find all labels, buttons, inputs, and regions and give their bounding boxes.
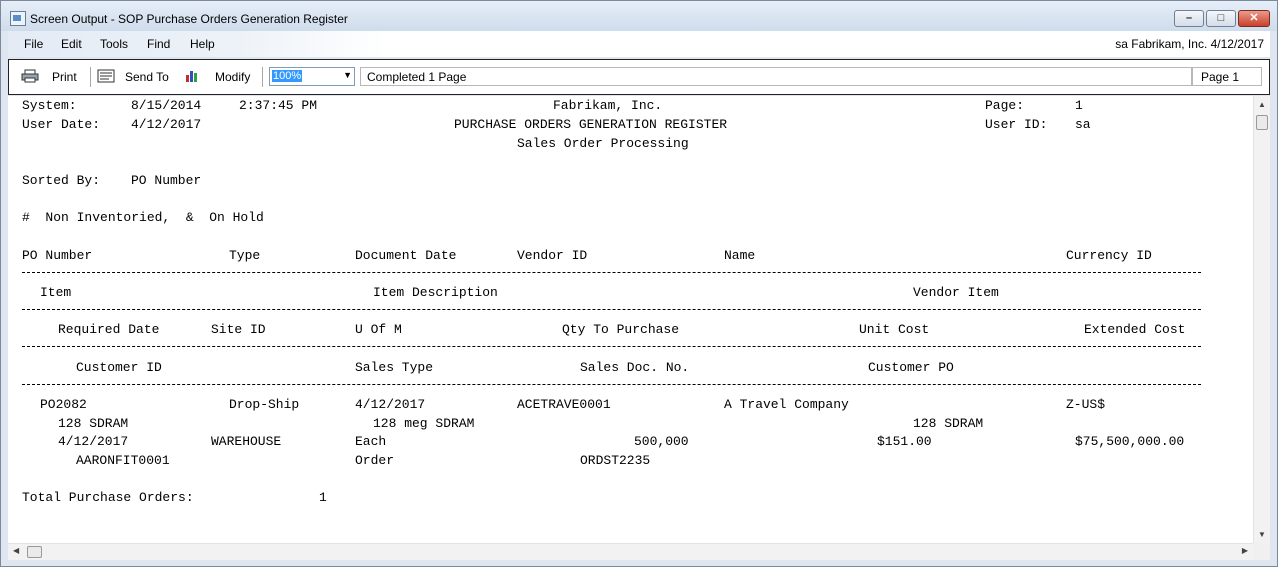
- col-qty-to-purchase: Qty To Purchase: [562, 322, 680, 337]
- col-customer-po: Customer PO: [868, 360, 954, 375]
- close-icon: ✕: [1249, 12, 1259, 24]
- user-date-label: User Date:: [22, 117, 101, 132]
- document-date: 4/12/2017: [355, 397, 426, 412]
- printer-icon[interactable]: [21, 69, 39, 83]
- item-description: 128 meg SDRAM: [373, 416, 475, 431]
- horizontal-scrollbar[interactable]: ◀ ▶: [8, 543, 1253, 560]
- chevron-down-icon[interactable]: ▼: [343, 70, 352, 80]
- vendor-name: A Travel Company: [724, 397, 849, 412]
- toolbar-separator: [90, 67, 91, 87]
- divider: [22, 346, 1201, 347]
- window-title: Screen Output - SOP Purchase Orders Gene…: [30, 12, 348, 26]
- report-subtitle: Sales Order Processing: [517, 136, 689, 151]
- menu-find[interactable]: Find: [147, 37, 170, 51]
- po-type: Drop-Ship: [229, 397, 300, 412]
- company-name: Fabrikam, Inc.: [553, 98, 663, 113]
- menu-edit[interactable]: Edit: [61, 37, 82, 51]
- report-content: System: 8/15/2014 2:37:45 PM Fabrikam, I…: [8, 96, 1253, 543]
- scroll-left-icon[interactable]: ◀: [13, 546, 19, 555]
- scroll-right-icon[interactable]: ▶: [1242, 546, 1248, 555]
- extended-cost: $75,500,000.00: [1075, 434, 1185, 449]
- menu-bar: File Edit Tools Find Help sa Fabrikam, I…: [8, 31, 1270, 57]
- divider: [22, 272, 1201, 273]
- site-id: WAREHOUSE: [211, 434, 282, 449]
- col-unit-cost: Unit Cost: [859, 322, 930, 337]
- col-sales-type: Sales Type: [355, 360, 434, 375]
- menu-file[interactable]: File: [24, 37, 43, 51]
- col-item-description: Item Description: [373, 285, 498, 300]
- app-icon: [10, 11, 26, 26]
- page-indicator: Page 1: [1192, 67, 1262, 86]
- customer-id: AARONFIT0001: [76, 453, 170, 468]
- page-number: 1: [1075, 98, 1083, 113]
- col-extended-cost: Extended Cost: [1084, 322, 1186, 337]
- col-document-date: Document Date: [355, 248, 457, 263]
- col-type: Type: [229, 248, 261, 263]
- maximize-icon: □: [1217, 12, 1225, 24]
- minimize-button[interactable]: –: [1174, 10, 1204, 27]
- vendor-id: ACETRAVE0001: [517, 397, 611, 412]
- toolbar-separator: [262, 67, 263, 87]
- maximize-button[interactable]: □: [1206, 10, 1236, 27]
- system-time: 2:37:45 PM: [239, 98, 318, 113]
- horizontal-scroll-thumb[interactable]: [27, 546, 42, 558]
- user-id: sa: [1075, 117, 1091, 132]
- scroll-corner: [1253, 543, 1270, 560]
- sorted-by-label: Sorted By:: [22, 173, 101, 188]
- user-date: 4/12/2017: [131, 117, 202, 132]
- col-sales-doc-no: Sales Doc. No.: [580, 360, 690, 375]
- unit-cost: $151.00: [877, 434, 932, 449]
- page-label: Page:: [985, 98, 1025, 113]
- po-number: PO2082: [40, 397, 87, 412]
- divider: [22, 309, 1201, 310]
- send-to-icon[interactable]: [97, 69, 115, 83]
- modify-icon[interactable]: [185, 69, 199, 83]
- col-po-number: PO Number: [22, 248, 93, 263]
- divider: [22, 384, 1201, 385]
- vendor-item: 128 SDRAM: [913, 416, 984, 431]
- vertical-scrollbar[interactable]: ▲ ▼: [1253, 96, 1270, 543]
- menu-tools[interactable]: Tools: [100, 37, 128, 51]
- col-currency-id: Currency ID: [1066, 248, 1152, 263]
- col-required-date: Required Date: [58, 322, 160, 337]
- user-company-date: sa Fabrikam, Inc. 4/12/2017: [1115, 37, 1264, 51]
- total-label: Total Purchase Orders:: [22, 490, 194, 505]
- col-item: Item: [40, 285, 72, 300]
- required-date: 4/12/2017: [58, 434, 129, 449]
- toolbar: Print Send To Modify 100% ▼ Completed 1 …: [8, 59, 1270, 95]
- col-uofm: U Of M: [355, 322, 402, 337]
- col-vendor-id: Vendor ID: [517, 248, 588, 263]
- sales-type: Order: [355, 453, 395, 468]
- system-date: 8/15/2014: [131, 98, 202, 113]
- screen-output-window: Screen Output - SOP Purchase Orders Gene…: [0, 0, 1278, 567]
- total-value: 1: [319, 490, 327, 505]
- title-bar: Screen Output - SOP Purchase Orders Gene…: [1, 1, 1277, 31]
- item-number: 128 SDRAM: [58, 416, 129, 431]
- menu-help[interactable]: Help: [190, 37, 215, 51]
- send-to-button[interactable]: Send To: [125, 70, 169, 84]
- col-name: Name: [724, 248, 756, 263]
- currency-id: Z-US$: [1066, 397, 1106, 412]
- minimize-icon: –: [1185, 12, 1193, 24]
- qty-to-purchase: 500,000: [634, 434, 689, 449]
- legend-text: # Non Inventoried, & On Hold: [22, 210, 264, 225]
- sorted-by-value: PO Number: [131, 173, 202, 188]
- user-id-label: User ID:: [985, 117, 1048, 132]
- col-customer-id: Customer ID: [76, 360, 162, 375]
- uofm: Each: [355, 434, 387, 449]
- status-text: Completed 1 Page: [360, 67, 1192, 86]
- scroll-up-icon[interactable]: ▲: [1254, 100, 1270, 109]
- modify-button[interactable]: Modify: [215, 70, 250, 84]
- col-site-id: Site ID: [211, 322, 266, 337]
- report-title: PURCHASE ORDERS GENERATION REGISTER: [454, 117, 728, 132]
- zoom-dropdown[interactable]: 100% ▼: [269, 67, 355, 86]
- col-vendor-item: Vendor Item: [913, 285, 999, 300]
- print-button[interactable]: Print: [52, 70, 77, 84]
- sales-doc-no: ORDST2235: [580, 453, 651, 468]
- vertical-scroll-thumb[interactable]: [1256, 115, 1268, 130]
- zoom-value: 100%: [272, 70, 303, 82]
- scroll-down-icon[interactable]: ▼: [1254, 530, 1270, 539]
- system-label: System:: [22, 98, 77, 113]
- close-button[interactable]: ✕: [1238, 10, 1270, 27]
